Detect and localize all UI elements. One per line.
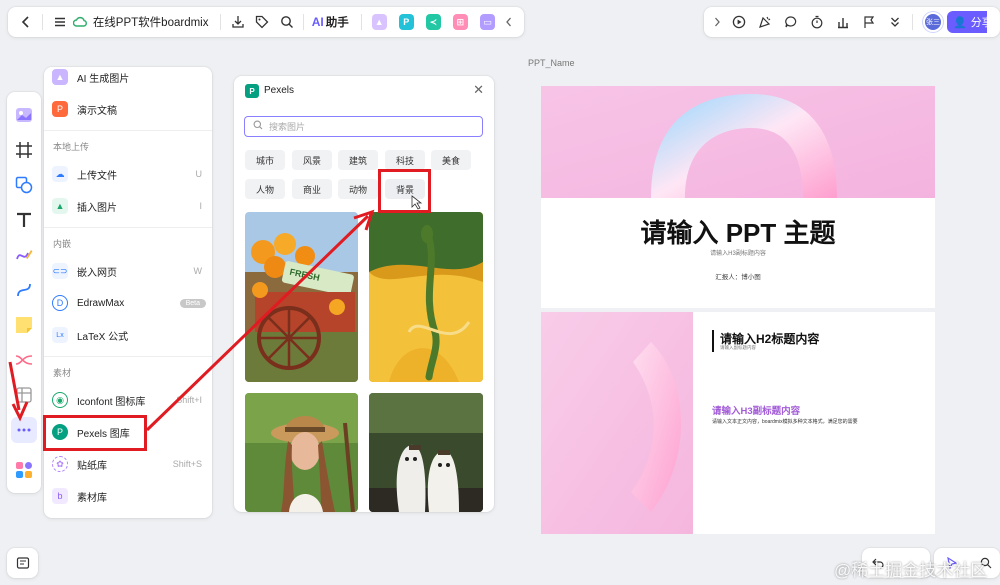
mouse-cursor-icon: [411, 195, 423, 210]
watermark: @稀土掘金技术社区: [834, 561, 988, 580]
annotation-arrow-down: [8, 361, 21, 411]
annotation-arrowhead: [11, 401, 29, 422]
annotation-arrow-diagonal: [145, 214, 370, 432]
annotation-arrows: [8, 195, 423, 432]
